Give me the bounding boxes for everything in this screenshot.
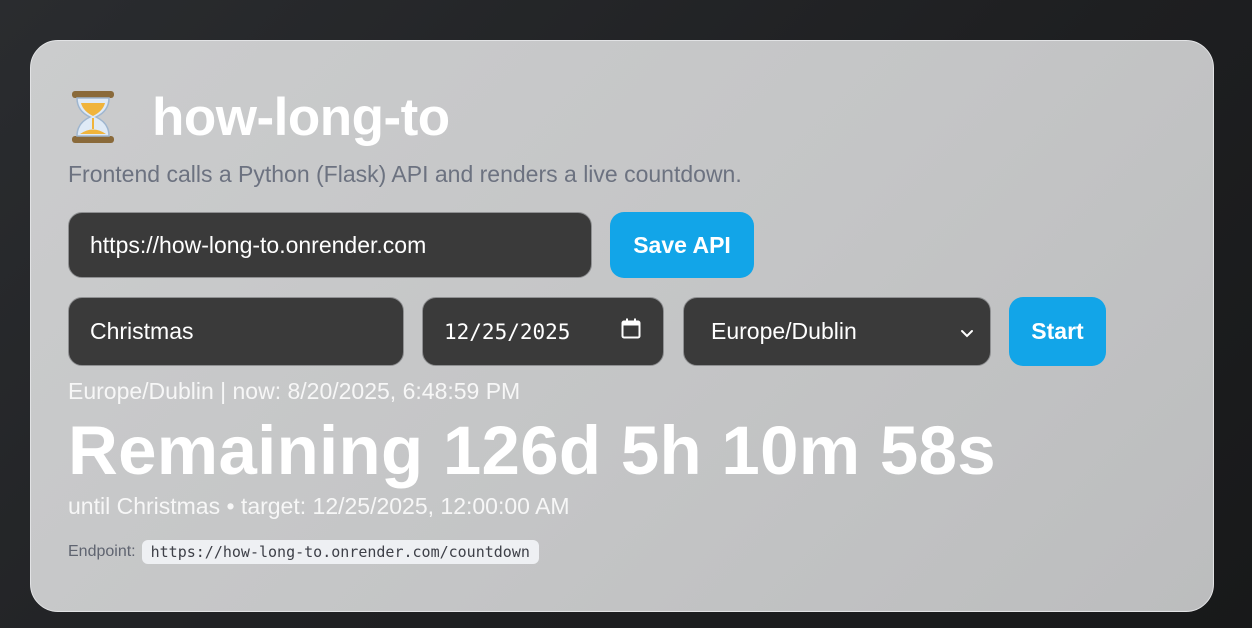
api-row: https://how-long-to.onrender.com Save AP… xyxy=(68,212,1176,278)
now-status: Europe/Dublin | now: 8/20/2025, 6:48:59 … xyxy=(68,378,521,404)
calendar-icon[interactable] xyxy=(621,318,641,345)
event-name-value: Christmas xyxy=(90,318,194,344)
api-url-value: https://how-long-to.onrender.com xyxy=(90,231,427,258)
event-date-input[interactable]: 12/25/2025 xyxy=(422,297,664,366)
start-button[interactable]: Start xyxy=(1009,297,1106,366)
header: how-long-to xyxy=(68,85,1176,149)
app-title: how-long-to xyxy=(152,87,450,147)
countdown-card: how-long-to Frontend calls a Python (Fla… xyxy=(30,40,1214,612)
timezone-select[interactable]: Europe/Dublin xyxy=(683,297,991,366)
api-url-input[interactable]: https://how-long-to.onrender.com xyxy=(68,212,592,278)
event-date-value: 12/25/2025 xyxy=(444,319,571,344)
target-info: until Christmas • target: 12/25/2025, 12… xyxy=(68,493,570,519)
hourglass-icon xyxy=(68,89,118,145)
event-name-input[interactable]: Christmas xyxy=(68,297,404,366)
endpoint-label: Endpoint: xyxy=(68,543,136,560)
endpoint-url: https://how-long-to.onrender.com/countdo… xyxy=(141,540,539,564)
app-subtitle: Frontend calls a Python (Flask) API and … xyxy=(68,161,742,187)
remaining-countdown: Remaining 126d 5h 10m 58s xyxy=(68,412,996,489)
save-api-button[interactable]: Save API xyxy=(610,212,754,278)
timezone-value: Europe/Dublin xyxy=(711,318,857,344)
event-row: Christmas 12/25/2025 Europe/Dublin Start xyxy=(68,297,1176,366)
endpoint-info: Endpoint: https://how-long-to.onrender.c… xyxy=(68,540,1176,564)
chevron-down-icon xyxy=(960,318,974,345)
